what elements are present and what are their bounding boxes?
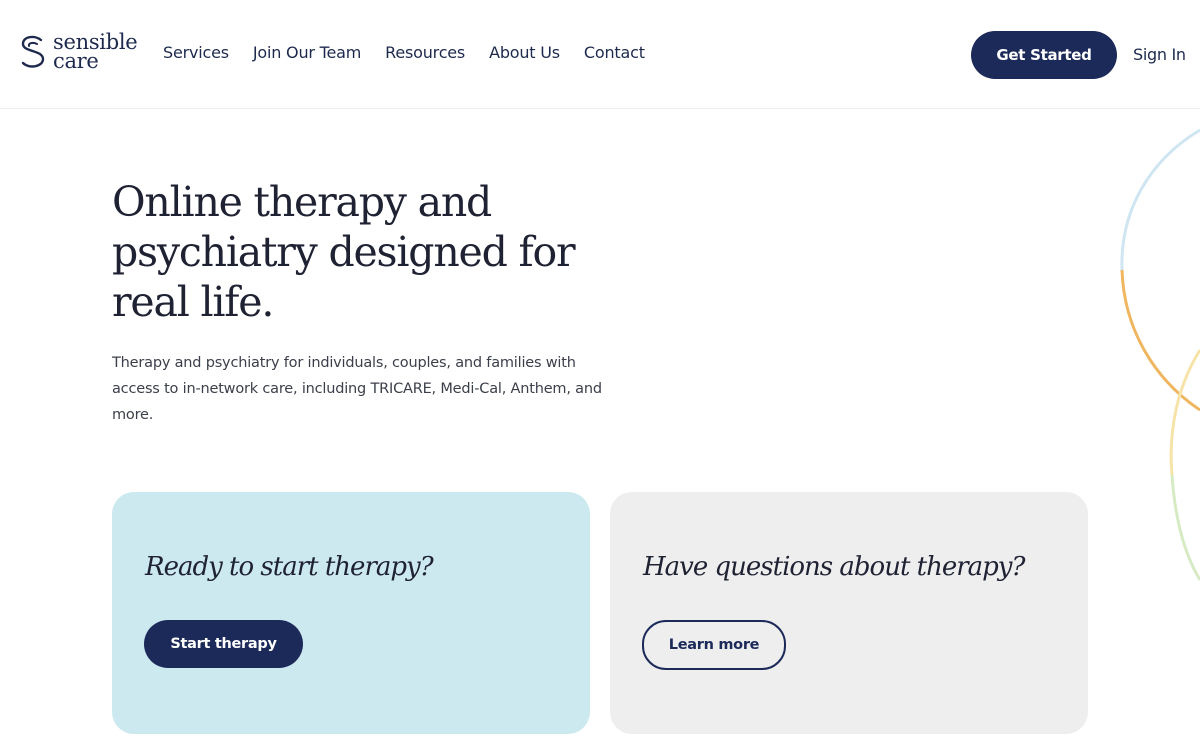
card-title: Ready to start therapy? bbox=[145, 552, 434, 582]
start-therapy-card: Ready to start therapy? Start therapy bbox=[112, 492, 590, 734]
arc-yellow bbox=[1169, 349, 1200, 476]
card-title: Have questions about therapy? bbox=[643, 552, 1025, 582]
brand-logo[interactable]: sensible care bbox=[19, 32, 138, 73]
nav-item-about-us[interactable]: About Us bbox=[489, 43, 560, 63]
hero-subtitle: Therapy and psychiatry for individuals, … bbox=[112, 355, 602, 423]
hero-title: Online therapy and psychiatry designed f… bbox=[112, 178, 576, 326]
brand-wordmark: sensible care bbox=[53, 32, 138, 73]
learn-more-button[interactable]: Learn more bbox=[642, 620, 786, 670]
s-logo-icon bbox=[21, 35, 45, 68]
arc-blue bbox=[1120, 128, 1200, 271]
nav-item-resources[interactable]: Resources bbox=[385, 43, 465, 63]
arc-green bbox=[1170, 474, 1200, 581]
main-nav: Services Join Our Team Resources About U… bbox=[163, 43, 645, 63]
site-header: sensible care Services Join Our Team Res… bbox=[0, 0, 1200, 109]
nav-item-join-our-team[interactable]: Join Our Team bbox=[253, 43, 361, 63]
get-started-button[interactable]: Get Started bbox=[971, 31, 1117, 79]
questions-card: Have questions about therapy? Learn more bbox=[610, 492, 1088, 734]
start-therapy-button[interactable]: Start therapy bbox=[144, 620, 303, 668]
nav-item-services[interactable]: Services bbox=[163, 43, 229, 63]
nav-item-contact[interactable]: Contact bbox=[584, 43, 645, 63]
brand-name-line2: care bbox=[53, 49, 99, 73]
arc-orange bbox=[1120, 269, 1200, 412]
sign-in-link[interactable]: Sign In bbox=[1133, 45, 1186, 65]
